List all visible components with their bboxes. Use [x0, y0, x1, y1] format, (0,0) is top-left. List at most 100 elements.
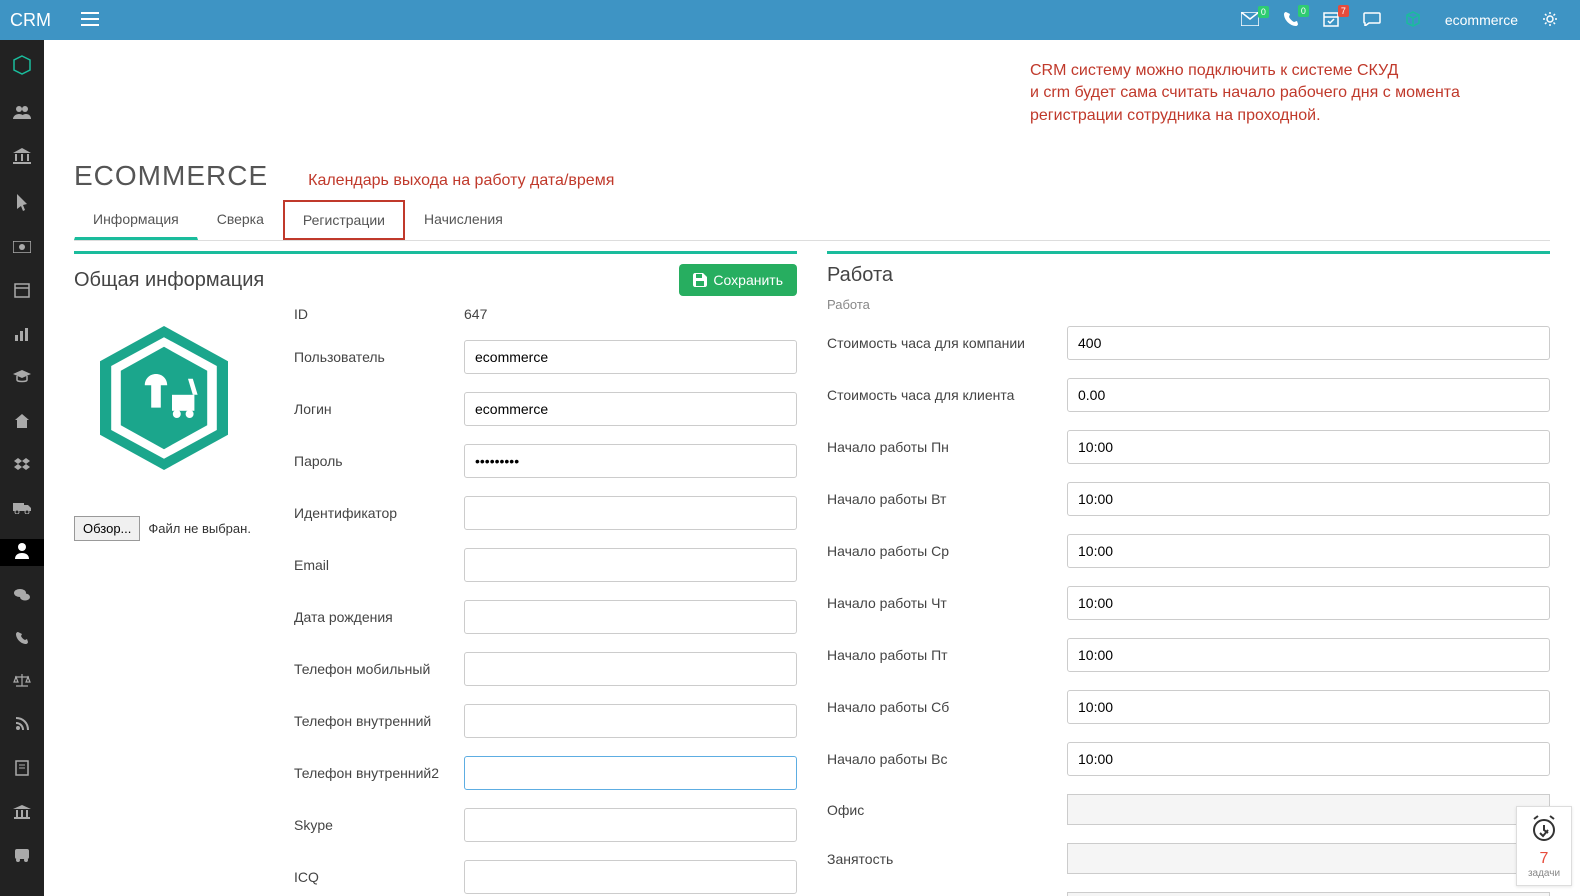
avatar — [74, 306, 254, 506]
thu-input[interactable] — [1067, 586, 1550, 620]
sidebar-logo-icon[interactable] — [0, 50, 44, 83]
alarm-icon — [1529, 813, 1559, 843]
save-button[interactable]: Сохранить — [679, 264, 797, 296]
file-browse-button[interactable]: Обзор... — [74, 516, 140, 541]
annotation-right-line2: и crm будет сама считать начало рабочего… — [1030, 82, 1550, 104]
identifier-input[interactable] — [464, 496, 797, 530]
user-label: Пользователь — [294, 349, 464, 365]
sidebar-truck-icon[interactable] — [0, 497, 44, 521]
internal-label: Телефон внутренний — [294, 713, 464, 729]
mail-badge: 0 — [1258, 6, 1269, 18]
mon-label: Начало работы Пн — [827, 439, 1067, 455]
internal-input[interactable] — [464, 704, 797, 738]
fri-label: Начало работы Пт — [827, 647, 1067, 663]
left-panel-title: Общая информация — [74, 269, 264, 292]
file-status-label: Файл не выбран. — [148, 521, 251, 536]
chat-icon[interactable] — [1351, 12, 1393, 29]
password-input[interactable] — [464, 444, 797, 478]
section-label: Работа — [827, 297, 1550, 312]
left-panel: Общая информация Сохранить — [74, 251, 797, 896]
tue-input[interactable] — [1067, 482, 1550, 516]
icq-input[interactable] — [464, 860, 797, 894]
annotation-right-line1: CRM систему можно подключить к системе С… — [1030, 60, 1550, 82]
password-label: Пароль — [294, 453, 464, 469]
sidebar-dropbox-icon[interactable] — [0, 454, 44, 479]
sidebar-bus-icon[interactable] — [0, 844, 44, 869]
sidebar-rss-icon[interactable] — [0, 713, 44, 738]
tasks-label: задачи — [1519, 868, 1569, 879]
login-input[interactable] — [464, 392, 797, 426]
phone-icon[interactable]: 0 — [1271, 11, 1311, 30]
sidebar-home-icon[interactable] — [0, 409, 44, 436]
sidebar — [0, 40, 44, 896]
icq-label: ICQ — [294, 869, 464, 885]
right-panel: Работа Работа Стоимость часа для компани… — [827, 251, 1550, 896]
hamburger-icon[interactable] — [71, 12, 109, 29]
sat-label: Начало работы Сб — [827, 699, 1067, 715]
identifier-label: Идентификатор — [294, 505, 464, 521]
sidebar-person-icon[interactable] — [0, 539, 44, 566]
sidebar-telephone-icon[interactable] — [0, 627, 44, 652]
sat-input[interactable] — [1067, 690, 1550, 724]
birth-input[interactable] — [464, 600, 797, 634]
main-content: CRM систему можно подключить к системе С… — [44, 40, 1580, 896]
sidebar-users-icon[interactable] — [0, 101, 44, 126]
sidebar-comments-icon[interactable] — [0, 584, 44, 609]
annotation-right: CRM систему можно подключить к системе С… — [1030, 60, 1550, 127]
user-input[interactable] — [464, 340, 797, 374]
annotation-left: Календарь выхода на работу дата/время — [308, 172, 614, 190]
wed-label: Начало работы Ср — [827, 543, 1067, 559]
internal2-label: Телефон внутренний2 — [294, 765, 464, 781]
floating-tasks-widget[interactable]: 7 задачи — [1516, 806, 1572, 886]
email-label: Email — [294, 557, 464, 573]
tab-info[interactable]: Информация — [74, 200, 198, 240]
tasks-count: 7 — [1519, 850, 1569, 868]
cost-client-input[interactable] — [1067, 378, 1550, 412]
mail-icon[interactable]: 0 — [1229, 12, 1271, 29]
cube-icon[interactable] — [1393, 11, 1433, 30]
birth-label: Дата рождения — [294, 609, 464, 625]
sidebar-building-icon[interactable] — [0, 801, 44, 826]
skype-input[interactable] — [464, 808, 797, 842]
employment-label: Занятость — [827, 851, 1067, 867]
sidebar-bank-icon[interactable] — [0, 144, 44, 171]
cost-company-input[interactable] — [1067, 326, 1550, 360]
username[interactable]: ecommerce — [1433, 12, 1530, 28]
annotations: CRM систему можно подключить к системе С… — [74, 60, 1550, 130]
department-select[interactable] — [1067, 892, 1550, 896]
sun-input[interactable] — [1067, 742, 1550, 776]
office-label: Офис — [827, 802, 1067, 818]
mobile-input[interactable] — [464, 652, 797, 686]
office-select[interactable] — [1067, 794, 1550, 825]
sidebar-money-icon[interactable] — [0, 236, 44, 260]
topbar: CRM 0 0 7 ecommerce — [0, 0, 1580, 40]
page-title: ECOMMERCE — [74, 160, 268, 192]
login-label: Логин — [294, 401, 464, 417]
id-value: 647 — [464, 306, 797, 322]
save-icon — [693, 273, 707, 287]
id-label: ID — [294, 306, 464, 322]
gear-icon[interactable] — [1530, 11, 1570, 30]
cost-client-label: Стоимость часа для клиента — [827, 387, 1067, 403]
internal2-input[interactable] — [464, 756, 797, 790]
email-input[interactable] — [464, 548, 797, 582]
tue-label: Начало работы Вт — [827, 491, 1067, 507]
employment-select[interactable] — [1067, 843, 1550, 874]
mon-input[interactable] — [1067, 430, 1550, 464]
phone-badge: 0 — [1298, 5, 1309, 17]
sidebar-cursor-icon[interactable] — [0, 189, 44, 218]
tab-accruals[interactable]: Начисления — [405, 200, 522, 240]
sidebar-scales-icon[interactable] — [0, 670, 44, 695]
tab-registrations[interactable]: Регистрации — [283, 200, 405, 240]
sidebar-chart-icon[interactable] — [0, 323, 44, 348]
brand[interactable]: CRM — [10, 10, 71, 31]
right-panel-title: Работа — [827, 264, 893, 287]
sidebar-calendar-icon[interactable] — [0, 278, 44, 305]
wed-input[interactable] — [1067, 534, 1550, 568]
fri-input[interactable] — [1067, 638, 1550, 672]
sidebar-archive-icon[interactable] — [0, 756, 44, 783]
tab-sverka[interactable]: Сверка — [198, 200, 283, 240]
thu-label: Начало работы Чт — [827, 595, 1067, 611]
sidebar-graduation-icon[interactable] — [0, 366, 44, 391]
calendar-icon[interactable]: 7 — [1311, 11, 1351, 30]
